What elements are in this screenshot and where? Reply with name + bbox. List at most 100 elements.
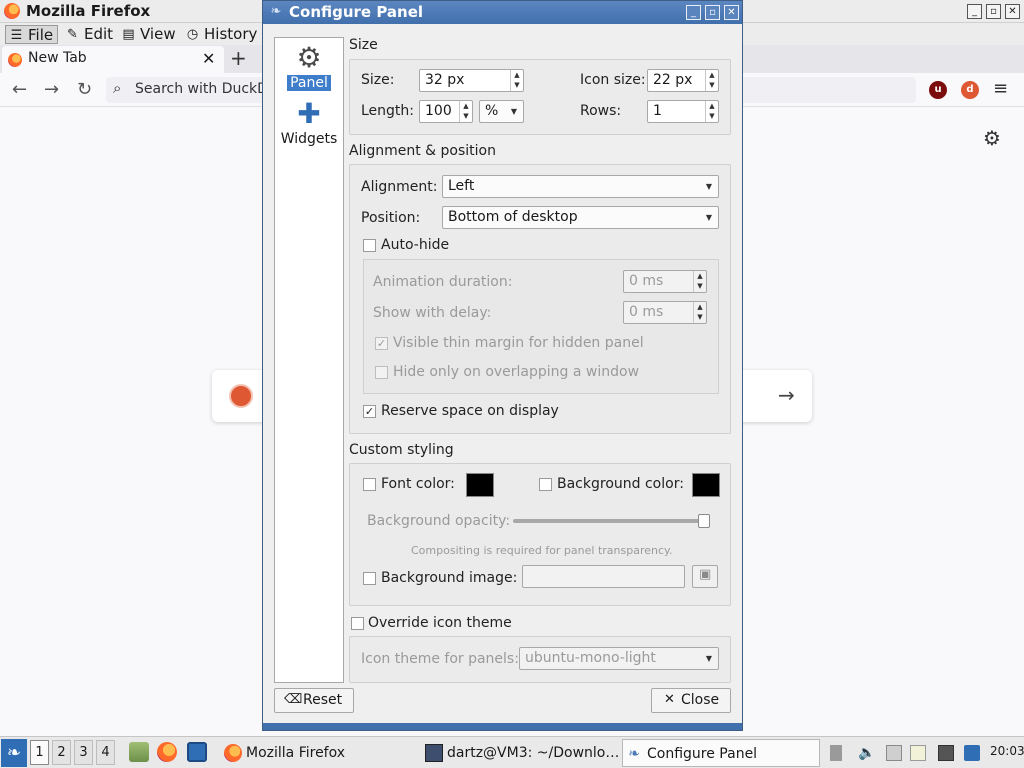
update-notifier-icon[interactable] [964, 745, 980, 761]
overlap-label: Hide only on overlapping a window [393, 364, 640, 380]
browse-image-button[interactable]: ▣ [692, 565, 718, 588]
firefox-launcher-icon[interactable] [157, 742, 177, 762]
tray-clipboard-icon[interactable] [830, 745, 842, 761]
size-spinbox[interactable]: 32 px ▲ ▼ [419, 69, 524, 92]
reset-button[interactable]: ⌫ Reset [274, 688, 354, 713]
rows-spinbox[interactable]: 1 ▲ ▼ [647, 100, 719, 123]
bg-color-swatch[interactable] [692, 473, 720, 497]
size-label: Size: [361, 72, 395, 88]
firefox-logo-icon [4, 3, 20, 19]
main-menu-button[interactable]: ❧ [1, 739, 27, 767]
file-manager-launcher-icon[interactable] [129, 742, 149, 762]
minimize-button[interactable]: _ [967, 4, 982, 19]
clock: 20:03 [990, 744, 1024, 758]
overlap-checkbox[interactable] [375, 366, 388, 379]
show-desktop-icon[interactable] [187, 742, 207, 762]
opacity-label: Background opacity: [367, 513, 511, 529]
opacity-slider-track[interactable] [513, 519, 710, 523]
menu-file[interactable]: ☰ File [5, 25, 59, 44]
forward-arrow-icon[interactable]: → [44, 79, 59, 100]
dialog-titlebar: ❧ Configure Panel _ ▫ ✕ [263, 1, 742, 24]
icon-theme-label: Icon theme for panels: [361, 651, 519, 667]
alignment-section-header: Alignment & position [349, 143, 496, 159]
spin-arrows-icon[interactable]: ▲ ▼ [705, 101, 718, 122]
override-icon-theme-checkbox[interactable] [351, 617, 364, 630]
spin-arrows-icon[interactable]: ▲ ▼ [693, 271, 706, 292]
backspace-icon: ⌫ [284, 692, 303, 707]
reserve-space-checkbox[interactable]: ✓ [363, 405, 376, 418]
alignment-combo[interactable]: Left ▼ [442, 175, 719, 198]
duckduckgo-ext-icon[interactable]: d [961, 81, 979, 99]
font-color-swatch[interactable] [466, 473, 494, 497]
close-icon: ✕ [664, 692, 675, 707]
taskbar: ❧ 1 2 3 4 Mozilla Firefox dartz@VM3: ~/D… [0, 736, 1024, 768]
spin-arrows-icon[interactable]: ▲ ▼ [510, 70, 523, 91]
firefox-tab-icon [8, 53, 22, 67]
search-icon: ⌕ [113, 79, 122, 97]
pencil-icon: ✎ [67, 27, 78, 42]
submit-arrow-icon[interactable]: → [778, 383, 795, 407]
close-dialog-button[interactable]: ✕ Close [651, 688, 731, 713]
chevron-down-icon: ▼ [510, 107, 517, 116]
workspace-2[interactable]: 2 [52, 740, 71, 765]
file-icon: ☰ [10, 28, 23, 43]
category-sidebar: ⚙ Panel ✚ Widgets [274, 37, 344, 683]
new-tab-plus-icon[interactable]: + [230, 46, 247, 70]
task-configure-panel[interactable]: ❧ Configure Panel [622, 739, 820, 767]
length-label: Length: [361, 103, 415, 119]
puzzle-piece-icon: ✚ [297, 97, 321, 130]
volume-icon[interactable]: 🔈 [858, 745, 875, 761]
alignment-label: Alignment: [361, 179, 438, 195]
spin-arrows-icon[interactable]: ▲ ▼ [705, 70, 718, 91]
close-tab-icon[interactable]: ✕ [202, 49, 215, 68]
sidebar-item-panel[interactable]: ⚙ Panel [275, 42, 343, 91]
font-color-checkbox[interactable] [363, 478, 376, 491]
autohide-subgroup: Animation duration: 0 ms ▲ ▼ Show with de… [363, 259, 719, 394]
task-firefox[interactable]: Mozilla Firefox [222, 739, 418, 767]
length-unit-combo[interactable]: % ▼ [479, 100, 524, 123]
reload-icon[interactable]: ↻ [77, 79, 92, 100]
spin-arrows-icon[interactable]: ▲ ▼ [693, 302, 706, 323]
maximize-button[interactable]: ▫ [986, 4, 1001, 19]
thin-margin-checkbox[interactable]: ✓ [375, 337, 388, 350]
sidebar-item-widgets[interactable]: ✚ Widgets [275, 97, 343, 148]
size-section-header: Size [349, 37, 378, 53]
network-icon[interactable] [938, 745, 954, 761]
length-spinbox[interactable]: 100 ▲ ▼ [419, 100, 473, 123]
bg-image-path-field[interactable] [522, 565, 685, 588]
animation-duration-spinbox[interactable]: 0 ms ▲ ▼ [623, 270, 707, 293]
menu-history[interactable]: ◷ History [182, 25, 261, 44]
bg-image-checkbox[interactable] [363, 572, 376, 585]
dialog-close-button[interactable]: ✕ [724, 5, 739, 20]
styling-section-header: Custom styling [349, 442, 454, 458]
workspace-3[interactable]: 3 [74, 740, 93, 765]
workspace-1[interactable]: 1 [30, 740, 49, 765]
task-terminal[interactable]: dartz@VM3: ~/Downlo… [423, 739, 619, 767]
tab-new-tab[interactable]: New Tab ✕ [2, 46, 224, 73]
chevron-down-icon: ▼ [705, 654, 712, 663]
close-button[interactable]: ✕ [1005, 4, 1020, 19]
menu-edit[interactable]: ✎ Edit [62, 25, 117, 44]
configure-panel-dialog: ❧ Configure Panel _ ▫ ✕ ⚙ Panel ✚ Widget… [262, 0, 743, 731]
ublock-icon[interactable]: u [929, 81, 947, 99]
autohide-checkbox[interactable] [363, 239, 376, 252]
notes-icon[interactable] [910, 745, 926, 761]
dialog-maximize-button[interactable]: ▫ [705, 5, 720, 20]
clock-icon: ◷ [186, 27, 199, 42]
bg-color-checkbox[interactable] [539, 478, 552, 491]
hamburger-menu-icon[interactable]: ≡ [993, 78, 1008, 99]
dialog-minimize-button[interactable]: _ [686, 5, 701, 20]
tray-placeholder-icon[interactable] [886, 745, 902, 761]
spin-arrows-icon[interactable]: ▲ ▼ [459, 101, 472, 122]
back-arrow-icon[interactable]: ← [12, 79, 27, 100]
settings-gear-icon[interactable]: ⚙ [983, 126, 1001, 150]
menu-view[interactable]: ▤ View [118, 25, 180, 44]
icon-theme-combo[interactable]: ubuntu-mono-light ▼ [519, 647, 719, 670]
workspace-4[interactable]: 4 [96, 740, 115, 765]
position-combo[interactable]: Bottom of desktop ▼ [442, 206, 719, 229]
show-delay-label: Show with delay: [373, 305, 492, 321]
compositing-note: Compositing is required for panel transp… [411, 544, 673, 557]
show-delay-spinbox[interactable]: 0 ms ▲ ▼ [623, 301, 707, 324]
opacity-slider-handle[interactable] [698, 514, 710, 528]
icon-size-spinbox[interactable]: 22 px ▲ ▼ [647, 69, 719, 92]
